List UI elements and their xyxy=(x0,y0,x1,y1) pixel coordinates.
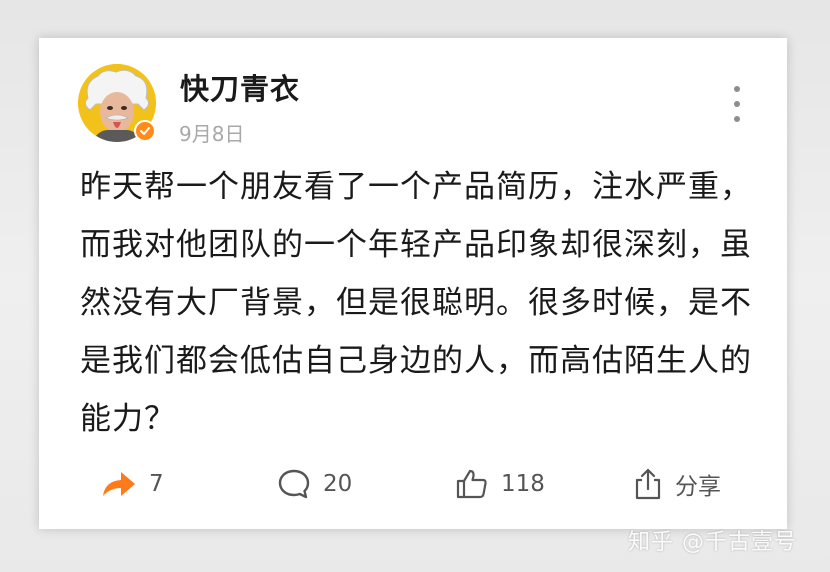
more-options-button[interactable] xyxy=(725,86,749,122)
verified-badge-icon xyxy=(140,127,150,135)
share-icon xyxy=(635,468,661,500)
more-vertical-icon xyxy=(734,101,740,107)
screenshot-page: 快刀青衣 9月8日 昨天帮一个朋友看了一个产品简历，注水严重，而我对他团队的一个… xyxy=(0,0,830,572)
like-button[interactable]: 118 xyxy=(455,462,545,506)
comment-count: 20 xyxy=(323,471,353,497)
post-body-text: 昨天帮一个朋友看了一个产品简历，注水严重，而我对他团队的一个年轻产品印象却很深刻… xyxy=(80,169,752,437)
repost-count: 7 xyxy=(149,471,164,497)
verified-badge xyxy=(134,120,156,142)
thumbs-up-icon xyxy=(456,469,487,499)
more-vertical-icon xyxy=(734,86,740,92)
post-card: 快刀青衣 9月8日 昨天帮一个朋友看了一个产品简历，注水严重，而我对他团队的一个… xyxy=(39,38,787,529)
repost-button[interactable]: 7 xyxy=(101,462,164,506)
more-vertical-icon xyxy=(734,116,740,122)
repost-arrow-icon xyxy=(103,472,135,496)
comment-button[interactable]: 20 xyxy=(277,462,352,506)
post-date: 9月8日 xyxy=(179,122,245,146)
action-bar: 7 20 118 分享 xyxy=(39,462,787,506)
like-count: 118 xyxy=(501,471,545,497)
share-button[interactable]: 分享 xyxy=(633,462,721,506)
comment-bubble-icon xyxy=(278,469,310,499)
author-name[interactable]: 快刀青衣 xyxy=(180,66,300,108)
share-label: 分享 xyxy=(675,474,721,500)
source-watermark: 知乎 @千古壹号 xyxy=(628,530,797,555)
